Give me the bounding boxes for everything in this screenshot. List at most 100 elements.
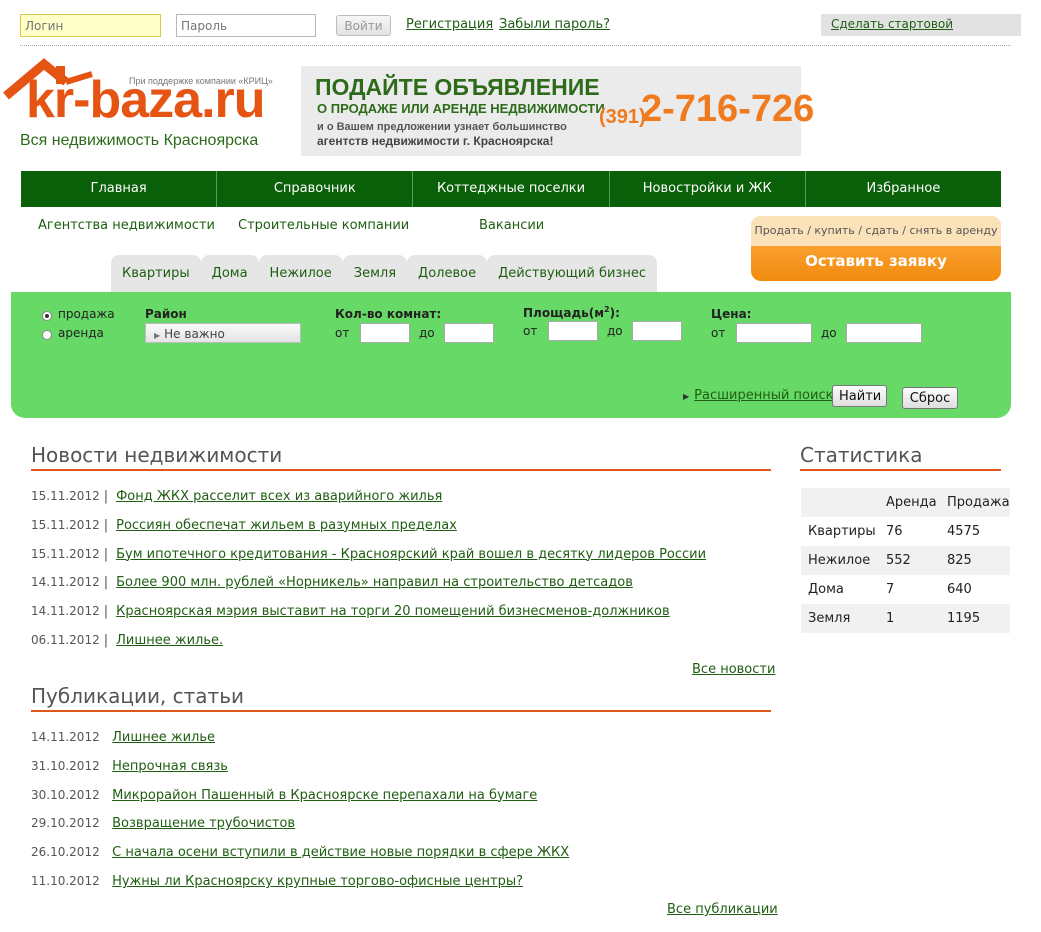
list-item: 11.10.2012 Нужны ли Красноярску крупные … — [31, 873, 523, 889]
article-link[interactable]: Непрочная связь — [112, 759, 228, 774]
make-start-page-link[interactable]: Сделать стартовой — [831, 17, 953, 31]
leave-request-button[interactable]: Оставить заявку — [751, 252, 1001, 270]
article-link[interactable]: Микрорайон Пашенный в Красноярске перепа… — [112, 788, 537, 803]
news-title: Новости недвижимости — [31, 443, 283, 467]
find-button[interactable]: Найти — [832, 385, 887, 407]
site-logo[interactable]: При поддержке компании «КРИЦ» kr-baza.ru… — [0, 58, 300, 158]
rooms-label: Кол-во комнат: — [335, 307, 442, 321]
leave-request-box[interactable]: Продать / купить / сдать / снять в аренд… — [751, 216, 1001, 281]
stats-header-empty — [801, 488, 879, 517]
subnav-agencies[interactable]: Агентства недвижимости — [38, 218, 215, 233]
nav-favorites[interactable]: Избранное — [805, 171, 1002, 207]
banner-headline: ПОДАЙТЕ ОБЪЯВЛЕНИЕ — [315, 74, 600, 100]
stats-cell: Дома — [801, 575, 879, 604]
area-from-label: от — [523, 324, 538, 338]
news-link[interactable]: Россиян обеспечат жильем в разумных пред… — [116, 518, 457, 533]
all-articles-link[interactable]: Все публикации — [667, 902, 778, 917]
list-item: 29.10.2012 Возвращение трубочистов — [31, 816, 296, 832]
price-from-input[interactable] — [736, 323, 812, 343]
area-from-input[interactable] — [548, 321, 598, 341]
list-item: 15.11.2012 | Фонд ЖКХ расселит всех из ава… — [31, 489, 443, 504]
area-to-label: до — [607, 324, 623, 338]
stats-table: Аренда Продажа Квартиры 76 4575 Нежилое … — [801, 488, 1010, 633]
news-link[interactable]: Фонд ЖКХ расселит всех из аварийного жил… — [116, 489, 442, 504]
news-list: 15.11.2012 | Фонд ЖКХ расселит всех из ава… — [31, 489, 706, 662]
price-to-label: до — [821, 326, 837, 340]
nav-directory[interactable]: Справочник — [217, 171, 414, 207]
table-row: Дома 7 640 — [801, 575, 1010, 604]
logo-wordmark: kr-baza.ru — [26, 71, 266, 129]
list-item: 31.10.2012 Непрочная связь — [31, 758, 228, 774]
rooms-to-input[interactable] — [444, 323, 494, 343]
stats-cell: 7 — [879, 575, 940, 604]
stats-cell: 552 — [879, 546, 940, 575]
start-page-box: Сделать стартовой — [821, 14, 1021, 36]
news-link[interactable]: Бум ипотечного кредитования - Красноярск… — [116, 547, 706, 562]
area-label: Площадь(м2): — [523, 305, 620, 320]
login-input[interactable] — [20, 14, 161, 37]
tab-land[interactable]: Земля — [342, 255, 408, 293]
subnav-vacancies[interactable]: Вакансии — [479, 218, 544, 233]
nav-home[interactable]: Главная — [21, 171, 218, 207]
news-link[interactable]: Более 900 млн. рублей «Норникель» направ… — [116, 575, 633, 590]
cta-caption: Продать / купить / сдать / снять в аренд… — [751, 216, 1001, 246]
password-input[interactable] — [176, 14, 316, 37]
register-link[interactable]: Регистрация — [406, 17, 493, 32]
stats-header-rent: Аренда — [879, 488, 940, 517]
list-item: 14.11.2012 | Более 900 млн. рублей «Норник… — [31, 575, 633, 591]
price-to-input[interactable] — [846, 323, 922, 343]
ad-banner[interactable]: ПОДАЙТЕ ОБЪЯВЛЕНИЕ О ПРОДАЖЕ ИЛИ АРЕНДЕ … — [301, 66, 814, 156]
list-item: 14.11.2012 Лишнее жилье — [31, 730, 216, 745]
banner-text-2: агентств недвижимости г. Красноярска! — [317, 134, 554, 148]
banner-subheadline: О ПРОДАЖЕ ИЛИ АРЕНДЕ НЕДВИЖИМОСТИ — [317, 101, 605, 116]
district-label: Район — [145, 307, 187, 321]
tab-commercial[interactable]: Нежилое — [258, 255, 343, 293]
login-button[interactable]: Войти — [336, 15, 391, 36]
advanced-search-link[interactable]: Расширенный поиск — [694, 388, 833, 403]
tab-business[interactable]: Действующий бизнес — [487, 255, 657, 293]
tab-houses[interactable]: Дома — [200, 255, 259, 293]
top-login-bar: Войти Регистрация Забыли пароль? Сделать… — [20, 14, 1021, 38]
rent-label: аренда — [58, 326, 104, 340]
articles-divider — [31, 710, 771, 712]
all-news-link[interactable]: Все новости — [692, 662, 775, 677]
stats-divider — [800, 469, 1001, 471]
stats-cell: 76 — [879, 517, 940, 546]
sale-radio[interactable] — [42, 311, 52, 321]
subnav-construction[interactable]: Строительные компании — [238, 218, 409, 233]
tab-shared[interactable]: Долевое — [407, 255, 488, 293]
stats-cell: 825 — [940, 546, 1010, 575]
reset-button[interactable]: Сброс — [902, 387, 958, 409]
district-value: Не важно — [164, 327, 225, 341]
articles-list: 14.11.2012 Лишнее жилье 31.10.2012 Непро… — [31, 730, 569, 903]
nav-cottages[interactable]: Коттеджные поселки — [413, 171, 610, 207]
forgot-password-link[interactable]: Забыли пароль? — [499, 17, 610, 32]
main-nav: Главная Справочник Коттеджные поселки Но… — [21, 171, 1002, 207]
list-item: 06.11.2012 | Лишнее жилье. — [31, 632, 224, 648]
rent-radio[interactable] — [42, 330, 52, 340]
news-link[interactable]: Красноярская мэрия выставит на торги 20 … — [116, 604, 670, 619]
area-to-input[interactable] — [632, 321, 682, 341]
search-panel: продажа аренда Район ▶ Не важно Кол-во ко… — [11, 292, 1011, 418]
article-link[interactable]: Лишнее жилье — [112, 730, 215, 745]
articles-title: Публикации, статьи — [31, 684, 244, 708]
property-type-tabs: Квартиры Дома Нежилое Земля Долевое Дейс… — [111, 255, 657, 293]
district-select[interactable]: ▶ Не важно — [145, 323, 301, 343]
banner-text-1: и о Вашем предложении узнает большинство — [317, 121, 567, 133]
rooms-to-label: до — [419, 326, 435, 340]
rooms-from-label: от — [335, 326, 350, 340]
list-item: 30.10.2012 Микрорайон Пашенный в Красноя… — [31, 787, 538, 803]
arrow-right-icon: ▶ — [683, 392, 690, 401]
table-row: Нежилое 552 825 — [801, 546, 1010, 575]
tab-apartments[interactable]: Квартиры — [111, 255, 201, 293]
article-link[interactable]: Возвращение трубочистов — [112, 816, 295, 831]
table-row: Земля 1 1195 — [801, 604, 1010, 633]
advanced-search[interactable]: ▶ Расширенный поиск — [683, 388, 833, 403]
news-link[interactable]: Лишнее жилье. — [116, 633, 223, 648]
article-link[interactable]: С начала осени вступили в действие новые… — [112, 845, 569, 860]
nav-new-buildings[interactable]: Новостройки и ЖК — [609, 171, 806, 207]
article-link[interactable]: Нужны ли Красноярску крупные торгово-офи… — [112, 874, 523, 889]
stats-cell: Нежилое — [801, 546, 879, 575]
header-divider — [20, 45, 1011, 46]
rooms-from-input[interactable] — [360, 323, 410, 343]
